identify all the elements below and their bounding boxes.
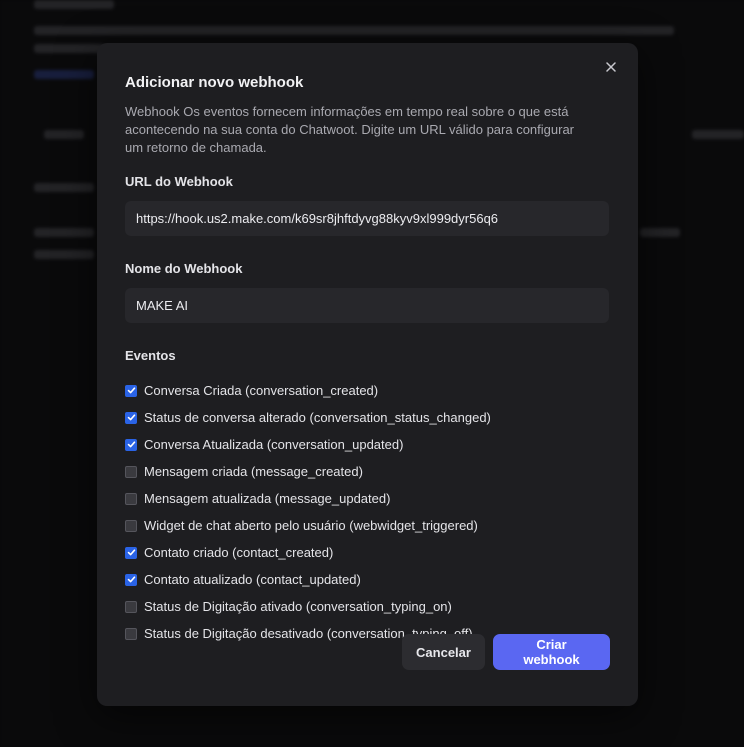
event-label[interactable]: Contato criado (contact_created) <box>144 545 333 560</box>
event-item: Conversa Criada (conversation_created) <box>125 377 610 404</box>
event-item: Widget de chat aberto pelo usuário (webw… <box>125 512 610 539</box>
check-icon <box>127 441 135 448</box>
events-label: Eventos <box>125 348 176 363</box>
check-icon <box>127 414 135 421</box>
event-checkbox[interactable] <box>125 438 137 451</box>
event-label[interactable]: Status de Digitação ativado (conversatio… <box>144 599 452 614</box>
create-webhook-button[interactable]: Criar webhook <box>493 634 610 670</box>
event-item: Mensagem criada (message_created) <box>125 458 610 485</box>
event-checkbox[interactable] <box>125 600 137 613</box>
event-item: Contato criado (contact_created) <box>125 539 610 566</box>
check-icon <box>127 549 135 556</box>
cancel-button[interactable]: Cancelar <box>402 634 485 670</box>
event-label[interactable]: Mensagem atualizada (message_updated) <box>144 491 390 506</box>
event-checkbox[interactable] <box>125 519 137 532</box>
name-label: Nome do Webhook <box>125 261 243 276</box>
modal-actions: Cancelar Criar webhook <box>402 634 610 670</box>
event-label[interactable]: Conversa Criada (conversation_created) <box>144 383 378 398</box>
add-webhook-modal: Adicionar novo webhook Webhook Os evento… <box>97 43 638 706</box>
webhook-name-input[interactable] <box>125 288 609 323</box>
event-label[interactable]: Status de conversa alterado (conversatio… <box>144 410 491 425</box>
event-item: Status de Digitação ativado (conversatio… <box>125 593 610 620</box>
close-button[interactable] <box>600 57 622 79</box>
event-item: Status de conversa alterado (conversatio… <box>125 404 610 431</box>
check-icon <box>127 576 135 583</box>
webhook-url-input[interactable] <box>125 201 609 236</box>
event-label[interactable]: Mensagem criada (message_created) <box>144 464 363 479</box>
event-checkbox[interactable] <box>125 465 137 478</box>
event-item: Contato atualizado (contact_updated) <box>125 566 610 593</box>
check-icon <box>127 387 135 394</box>
modal-title: Adicionar novo webhook <box>125 74 304 91</box>
event-label[interactable]: Conversa Atualizada (conversation_update… <box>144 437 403 452</box>
event-checkbox[interactable] <box>125 627 137 640</box>
modal-description: Webhook Os eventos fornecem informações … <box>125 104 575 155</box>
event-checkbox[interactable] <box>125 492 137 505</box>
event-label[interactable]: Widget de chat aberto pelo usuário (webw… <box>144 518 478 533</box>
close-icon <box>606 59 616 77</box>
event-checkbox[interactable] <box>125 546 137 559</box>
event-item: Mensagem atualizada (message_updated) <box>125 485 610 512</box>
event-item: Conversa Atualizada (conversation_update… <box>125 431 610 458</box>
event-label[interactable]: Contato atualizado (contact_updated) <box>144 572 361 587</box>
event-checkbox[interactable] <box>125 384 137 397</box>
events-list: Conversa Criada (conversation_created) S… <box>125 377 610 647</box>
event-checkbox[interactable] <box>125 573 137 586</box>
url-label: URL do Webhook <box>125 174 233 189</box>
event-checkbox[interactable] <box>125 411 137 424</box>
